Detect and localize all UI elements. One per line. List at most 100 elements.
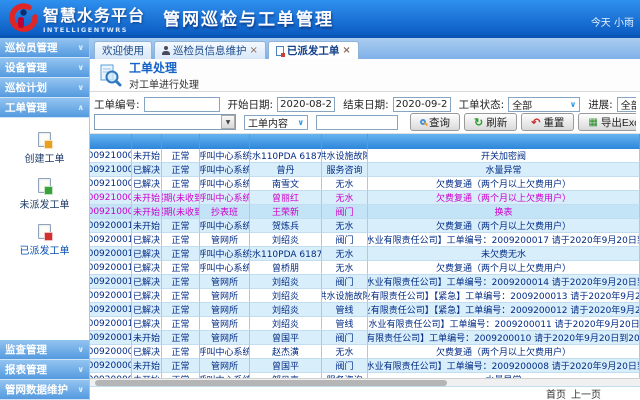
end-date-input[interactable]: [393, 97, 451, 112]
status-cell: 正常: [162, 163, 200, 177]
scrollbar-thumb[interactable]: [95, 380, 447, 386]
handler-cell: 赵杰潢: [250, 345, 322, 359]
table-row[interactable]: 2009200012 已解决 正常 管网所 刘绍炎 管线 【娄底市水业有限责任公…: [90, 303, 640, 317]
close-icon[interactable]: ×: [250, 45, 258, 56]
sidebar-subitem[interactable]: 创建工单: [25, 132, 65, 165]
dispatch-dept-cell: 管网所: [200, 275, 250, 289]
undispatched-order-icon: [38, 178, 51, 193]
status-cell: 正常: [162, 359, 200, 373]
column-header[interactable]: [90, 134, 132, 149]
table-row[interactable]: 2009200011 已解决 正常 管网所 刘绍炎 管线 【娄底市水业有限责任公…: [90, 317, 640, 331]
sidebar-bottom-groups: 监查管理 ∨ ∧ 报表管理 ∨ ∧ 管网数据维护 ∨ ∧: [0, 340, 89, 400]
dispatch-dept-cell: 管网所: [200, 317, 250, 331]
platform-name-en: INTELLIGENTWRS: [43, 26, 145, 34]
order-no-cell: 2009200011: [90, 317, 132, 331]
sidebar-subitem[interactable]: 未派发工单: [20, 178, 70, 211]
sidebar-group[interactable]: 监查管理 ∨ ∧: [0, 340, 89, 360]
sidebar-group[interactable]: 报表管理 ∨ ∧: [0, 360, 89, 380]
sidebar-group[interactable]: 工单管理 ∨ ∧: [0, 98, 89, 118]
status-cell: 正常: [162, 261, 200, 275]
dispatched-order-icon: [38, 224, 51, 239]
status-cell: 正常: [162, 289, 200, 303]
table-row[interactable]: 2009200008 未开始 正常 管网所 曾国平 阀门 【娄底市水业有限责任公…: [90, 359, 640, 373]
close-icon[interactable]: ×: [342, 45, 350, 56]
search-button[interactable]: 查询: [410, 113, 460, 131]
chevron-down-icon: ∨: [570, 100, 577, 109]
first-page-link[interactable]: 首页: [546, 386, 566, 400]
progress-cell: 已解决: [132, 177, 162, 191]
progress-cell: 未开始: [132, 149, 162, 163]
export-excel-button[interactable]: ▦ 导出Excel: [578, 113, 636, 131]
order-no-cell: 2009200015: [90, 261, 132, 275]
table-row[interactable]: 2009200018 未开始 正常 呼叫中心系统 贺炼兵 无水 欠费复通（两个月…: [90, 219, 640, 233]
reset-button[interactable]: ↶ 重置: [521, 113, 574, 131]
table-row[interactable]: 2009200015 已解决 正常 呼叫中心系统 曾桥朋 无水 欠费复通（两个月…: [90, 261, 640, 275]
progress-cell: 未开始: [132, 331, 162, 345]
table-row[interactable]: 2009210005 未开始 正常 呼叫中心系统 供水110PDA 61870 …: [90, 149, 640, 163]
order-no-cell: 2009200012: [90, 303, 132, 317]
status-cell: 正常: [162, 233, 200, 247]
progress-cell: 已解决: [132, 275, 162, 289]
status-label: 工单状态:: [459, 97, 505, 112]
progress-cell: 已解决: [132, 233, 162, 247]
refresh-button[interactable]: ↻ 刷新: [464, 113, 517, 131]
status-cell: 超期(未收到): [162, 205, 200, 219]
column-header[interactable]: [322, 134, 368, 149]
column-header[interactable]: [162, 134, 200, 149]
tab[interactable]: 巡检员信息维护 ×: [154, 41, 266, 59]
table-row[interactable]: 2009210003 已解决 正常 呼叫中心系统 南雪文 无水 欠费复通（两个月…: [90, 177, 640, 191]
status-select[interactable]: 全部 ∨: [508, 97, 580, 112]
order-select[interactable]: ▼: [94, 114, 236, 130]
order-type-cell: 阀门: [322, 233, 368, 247]
order-no-cell: 2009200010: [90, 331, 132, 345]
document-icon: [276, 46, 284, 56]
excel-icon: ▦: [588, 117, 597, 128]
end-date-label: 结束日期:: [343, 97, 389, 112]
sidebar-subitem[interactable]: 已派发工单: [20, 224, 70, 257]
sidebar-group[interactable]: 管网数据维护 ∨ ∧: [0, 380, 89, 400]
search-field-select[interactable]: 工单内容 ∨: [244, 115, 308, 130]
prev-page-link[interactable]: 上一页: [571, 386, 601, 400]
progress-cell: 已解决: [132, 317, 162, 331]
sidebar-group[interactable]: 设备管理 ∨ ∧: [0, 58, 89, 78]
horizontal-scrollbar[interactable]: [90, 378, 640, 386]
table-row[interactable]: 2009210001 未开始 超期(未收到) 抄表班 王荣新 阀门 换表: [90, 205, 640, 219]
table-row[interactable]: 2009200017 已解决 正常 管网所 刘绍炎 阀门 【娄底市水业有限责任公…: [90, 233, 640, 247]
table-row[interactable]: 2009200016 已解决 正常 呼叫中心系统 供水110PDA 61870 …: [90, 247, 640, 261]
tab[interactable]: 欢迎使用: [94, 41, 152, 59]
table-row[interactable]: 2009200009 已解决 正常 呼叫中心系统 赵杰潢 无水 欠费复通（两个月…: [90, 345, 640, 359]
table-header: [90, 134, 640, 149]
tab[interactable]: 已派发工单 ×: [268, 41, 359, 59]
order-no-cell: 2009210004: [90, 163, 132, 177]
platform-name: 智慧水务平台: [43, 2, 145, 26]
handler-cell: 刘绍炎: [250, 233, 322, 247]
order-type-cell: 无水: [322, 261, 368, 275]
order-type-cell: 无水: [322, 191, 368, 205]
order-no-cell: 2009200014: [90, 275, 132, 289]
refresh-icon: ↻: [474, 116, 483, 129]
column-header[interactable]: [132, 134, 162, 149]
dropdown-arrow-icon[interactable]: ▼: [221, 115, 235, 129]
start-date-input[interactable]: [277, 97, 335, 112]
status-cell: 正常: [162, 275, 200, 289]
table-row[interactable]: 2009210002 未开始 超期(未收到) 呼叫中心系统 曾丽红 无水 欠费复…: [90, 191, 640, 205]
order-no-cell: 2009200013: [90, 289, 132, 303]
order-type-cell: 无水: [322, 177, 368, 191]
table-row[interactable]: 2009200014 已解决 正常 管网所 刘绍炎 阀门 【娄底市水业有限责任公…: [90, 275, 640, 289]
table-row[interactable]: 2009210004 已解决 正常 呼叫中心系统 曾丹 服务咨询 水量异常: [90, 163, 640, 177]
order-type-cell: 阀门: [322, 275, 368, 289]
handler-cell: 刘绍炎: [250, 317, 322, 331]
table-row[interactable]: 2009200013 已解决 正常 管网所 刘绍炎 供水设施故障 【娄底市水业有…: [90, 289, 640, 303]
table-row[interactable]: 2009200010 未开始 正常 管网所 曾国平 阀门 【娄底市水业有限责任公…: [90, 331, 640, 345]
keyword-input[interactable]: [316, 115, 398, 130]
sidebar-group[interactable]: 巡检计划 ∨ ∧: [0, 78, 89, 98]
column-header[interactable]: [368, 134, 640, 149]
progress-select[interactable]: 全部 ∨: [617, 97, 636, 112]
column-header[interactable]: [250, 134, 322, 149]
order-no-input[interactable]: [144, 97, 220, 112]
logo: 智慧水务平台 INTELLIGENTWRS: [8, 2, 145, 34]
sidebar-group[interactable]: 巡检员管理 ∨ ∧: [0, 38, 89, 58]
column-header[interactable]: [200, 134, 250, 149]
order-content-cell: 欠费复通（两个月以上欠费用户）: [368, 261, 640, 275]
status-cell: 正常: [162, 177, 200, 191]
